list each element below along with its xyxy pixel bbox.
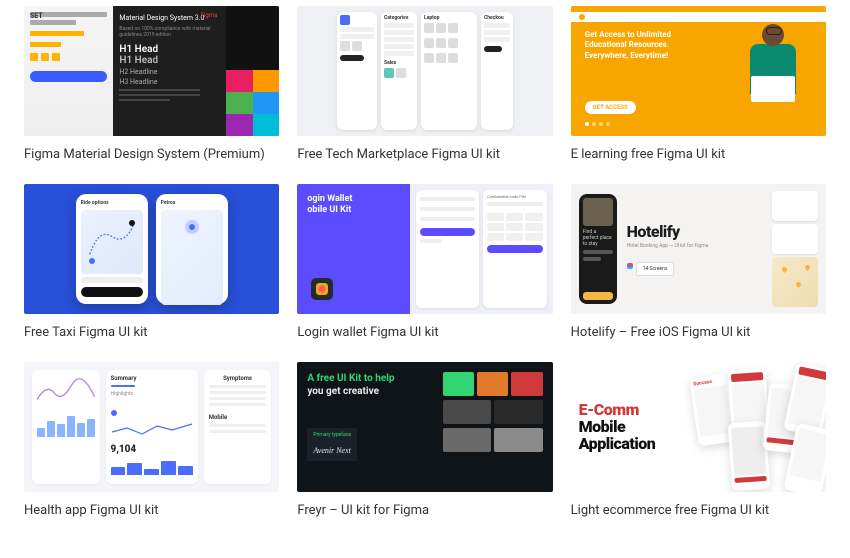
- card-title: Login wallet Figma UI kit: [297, 324, 552, 342]
- template-card-login-wallet[interactable]: ogin Walletobile UI Kit Confidential cod…: [297, 184, 552, 342]
- template-card-hotelify[interactable]: Find a perfect place to stay Hotelify Ho…: [571, 184, 826, 342]
- thumbnail: Summary Highlights 9,104 Symptoms Mobile: [24, 362, 279, 492]
- cta-button: GET ACCESS: [585, 101, 636, 114]
- template-card-elearning[interactable]: Get Access to Unlimited Educational Reso…: [571, 6, 826, 164]
- template-card-material-design[interactable]: SET Material Design System 3.0 Based on …: [24, 6, 279, 164]
- brand-badge: SET: [30, 12, 43, 20]
- template-card-health[interactable]: Summary Highlights 9,104 Symptoms Mobile…: [24, 362, 279, 520]
- thumbnail: ogin Walletobile UI Kit Confidential cod…: [297, 184, 552, 314]
- template-card-ecommerce[interactable]: E-Comm Mobile Application Success Light …: [571, 362, 826, 520]
- app-icon: [311, 278, 333, 300]
- card-title: Free Tech Marketplace Figma UI kit: [297, 146, 552, 164]
- card-title: Hotelify – Free iOS Figma UI kit: [571, 324, 826, 342]
- figma-icon: [627, 263, 633, 269]
- template-card-taxi[interactable]: Ride options Petros Free Taxi Figma UI k…: [24, 184, 279, 342]
- thumbnail: E-Comm Mobile Application Success: [571, 362, 826, 492]
- thumbnail: A free UI Kit to helpyou get creative Pr…: [297, 362, 552, 492]
- card-title: Figma Material Design System (Premium): [24, 146, 279, 164]
- thumbnail: Get Access to Unlimited Educational Reso…: [571, 6, 826, 136]
- thumbnail: SET Material Design System 3.0 Based on …: [24, 6, 279, 136]
- template-card-freyr[interactable]: A free UI Kit to helpyou get creative Pr…: [297, 362, 552, 520]
- card-title: Free Taxi Figma UI kit: [24, 324, 279, 342]
- card-title: Freyr – UI kit for Figma: [297, 502, 552, 520]
- figma-icon: Figma: [201, 12, 218, 19]
- brand-logo: Hotelify: [627, 222, 766, 241]
- card-title: Light ecommerce free Figma UI kit: [571, 502, 826, 520]
- template-card-tech-marketplace[interactable]: CategoriesSales Laptop Checkou Free Tech…: [297, 6, 552, 164]
- thumbnail: Find a perfect place to stay Hotelify Ho…: [571, 184, 826, 314]
- card-title: Health app Figma UI kit: [24, 502, 279, 520]
- thumbnail: CategoriesSales Laptop Checkou: [297, 6, 552, 136]
- card-title: E learning free Figma UI kit: [571, 146, 826, 164]
- thumbnail: Ride options Petros: [24, 184, 279, 314]
- template-grid: SET Material Design System 3.0 Based on …: [24, 6, 826, 521]
